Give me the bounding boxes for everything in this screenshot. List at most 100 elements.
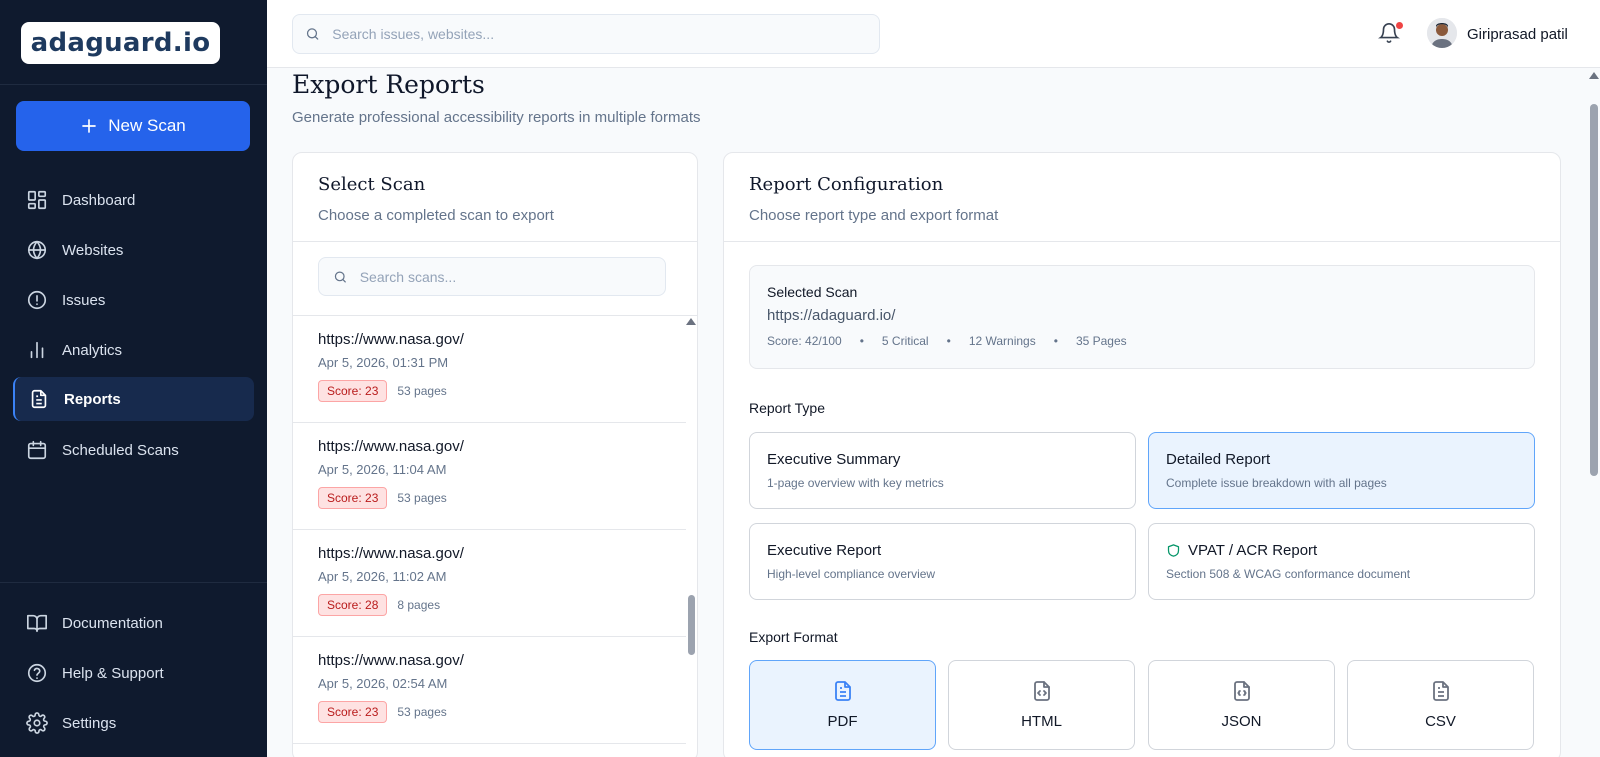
format-option-json[interactable]: JSON	[1148, 660, 1335, 750]
scan-search[interactable]	[318, 257, 666, 296]
report-type-title: Executive Report	[767, 542, 882, 559]
user-name[interactable]: Giriprasad patil	[1467, 26, 1568, 43]
report-type-detailed-report[interactable]: Detailed Report Complete issue breakdown…	[1148, 432, 1535, 509]
report-type-title: Executive Summary	[767, 451, 901, 468]
format-label: HTML	[1021, 713, 1062, 730]
report-type-title: Detailed Report	[1166, 451, 1271, 468]
report-type-executive-report[interactable]: Executive Report High-level compliance o…	[749, 523, 1136, 600]
card-title: Report Configuration	[749, 174, 944, 195]
sidebar-item-label: Documentation	[62, 614, 163, 632]
page-scrollbar-thumb[interactable]	[1590, 104, 1598, 476]
scan-pages: 53 pages	[397, 384, 447, 398]
avatar[interactable]	[1427, 18, 1457, 48]
sidebar-divider	[0, 582, 267, 583]
scan-url: https://www.nasa.gov/	[318, 545, 464, 562]
card-divider	[293, 241, 697, 242]
sidebar-item-label: Analytics	[62, 341, 123, 359]
file-json-icon	[1233, 681, 1250, 701]
list-scrollbar-thumb[interactable]	[688, 595, 695, 655]
report-type-executive-summary[interactable]: Executive Summary 1-page overview with k…	[749, 432, 1136, 509]
sidebar-item-label: Help & Support	[62, 664, 164, 682]
sidebar-item-websites[interactable]: Websites	[13, 228, 254, 272]
card-title: Select Scan	[318, 174, 426, 195]
file-code-icon	[1033, 681, 1050, 701]
file-spreadsheet-icon	[1432, 681, 1449, 701]
report-type-desc: Complete issue breakdown with all pages	[1166, 476, 1387, 490]
search-icon	[306, 28, 319, 40]
sidebar-item-documentation[interactable]: Documentation	[13, 601, 254, 645]
sidebar-divider	[0, 84, 267, 85]
scan-date: Apr 5, 2026, 01:31 PM	[318, 355, 449, 370]
scan-pages: 53 pages	[397, 705, 447, 719]
format-label: PDF	[827, 713, 858, 730]
selected-scan-critical: 5 Critical	[881, 334, 929, 348]
scan-pages: 8 pages	[397, 598, 441, 612]
new-scan-label: New Scan	[108, 116, 186, 135]
format-option-html[interactable]: HTML	[948, 660, 1135, 750]
sidebar-item-reports[interactable]: Reports	[13, 377, 254, 421]
report-config-card: Report Configuration Choose report type …	[723, 152, 1561, 757]
format-label: CSV	[1425, 713, 1456, 730]
sidebar-item-label: Issues	[62, 291, 106, 309]
file-text-icon	[834, 681, 851, 701]
report-type-desc: 1-page overview with key metrics	[767, 476, 944, 490]
scan-search-input[interactable]	[359, 268, 665, 285]
format-label: JSON	[1221, 713, 1262, 730]
list-scroll-up-arrow[interactable]	[686, 318, 696, 325]
scan-date: Apr 5, 2026, 11:02 AM	[318, 569, 447, 584]
card-subtitle: Choose report type and export format	[749, 207, 999, 224]
search-icon	[334, 270, 346, 283]
gear-icon	[26, 712, 48, 734]
sidebar-item-scheduled-scans[interactable]: Scheduled Scans	[13, 428, 254, 472]
global-search[interactable]	[292, 14, 880, 54]
page-title: Export Reports	[292, 70, 485, 99]
sidebar-item-label: Reports	[64, 390, 121, 408]
search-input[interactable]	[332, 26, 879, 42]
report-type-desc: Section 508 & WCAG conformance document	[1166, 567, 1411, 581]
sidebar-item-help-support[interactable]: Help & Support	[13, 651, 254, 695]
help-circle-icon	[27, 663, 47, 683]
card-subtitle: Choose a completed scan to export	[318, 207, 554, 224]
alert-circle-icon	[27, 290, 47, 310]
report-type-label: Report Type	[749, 400, 826, 416]
list-item[interactable]: https://www.nasa.gov/ Apr 5, 2026, 01:31…	[293, 316, 686, 423]
sidebar-item-settings[interactable]: Settings	[13, 701, 254, 745]
report-type-vpat-acr[interactable]: VPAT / ACR Report Section 508 & WCAG con…	[1148, 523, 1535, 600]
globe-icon	[27, 240, 47, 260]
export-format-label: Export Format	[749, 629, 838, 645]
select-scan-card: Select Scan Choose a completed scan to e…	[292, 152, 698, 757]
sidebar-item-dashboard[interactable]: Dashboard	[13, 178, 254, 222]
selected-scan-label: Selected Scan	[767, 284, 858, 300]
card-divider	[724, 241, 1560, 242]
scan-url: https://www.nasa.gov/	[318, 331, 464, 348]
dashboard-icon	[27, 190, 47, 210]
report-type-title: VPAT / ACR Report	[1188, 542, 1318, 559]
list-item[interactable]: https://www.nasa.gov/ Apr 5, 2026, 02:54…	[293, 637, 686, 744]
selected-scan-score: Score: 42/100	[767, 334, 842, 348]
logo[interactable]: adaguard.io	[21, 22, 220, 64]
sidebar-item-label: Settings	[62, 714, 117, 732]
sidebar-item-analytics[interactable]: Analytics	[13, 328, 254, 372]
page-scroll-up-arrow[interactable]	[1589, 72, 1599, 79]
score-badge: Score: 23	[318, 701, 388, 723]
scan-url: https://www.nasa.gov/	[318, 652, 464, 669]
new-scan-button[interactable]: New Scan	[16, 101, 250, 151]
bar-chart-icon	[30, 341, 44, 359]
file-text-icon	[31, 389, 47, 409]
logo-text: adaguard.io	[30, 28, 211, 58]
format-option-pdf[interactable]: PDF	[749, 660, 936, 750]
page-subtitle: Generate professional accessibility repo…	[292, 109, 701, 126]
sidebar: adaguard.io New Scan Dashboard Websites …	[0, 0, 267, 757]
selected-scan-panel: Selected Scan https://adaguard.io/ Score…	[749, 265, 1535, 369]
format-option-csv[interactable]: CSV	[1347, 660, 1534, 750]
separator-dot: •	[859, 334, 864, 348]
avatar-image	[1427, 18, 1457, 48]
score-badge: Score: 28	[318, 594, 388, 616]
scan-date: Apr 5, 2026, 11:04 AM	[318, 462, 447, 477]
selected-scan-url: https://adaguard.io/	[767, 307, 896, 324]
sidebar-item-label: Websites	[62, 241, 124, 259]
sidebar-item-issues[interactable]: Issues	[13, 278, 254, 322]
list-item[interactable]: https://www.nasa.gov/ Apr 5, 2026, 11:02…	[293, 530, 686, 637]
list-item[interactable]: https://www.nasa.gov/ Apr 5, 2026, 11:04…	[293, 423, 686, 530]
separator-dot: •	[1053, 334, 1058, 348]
